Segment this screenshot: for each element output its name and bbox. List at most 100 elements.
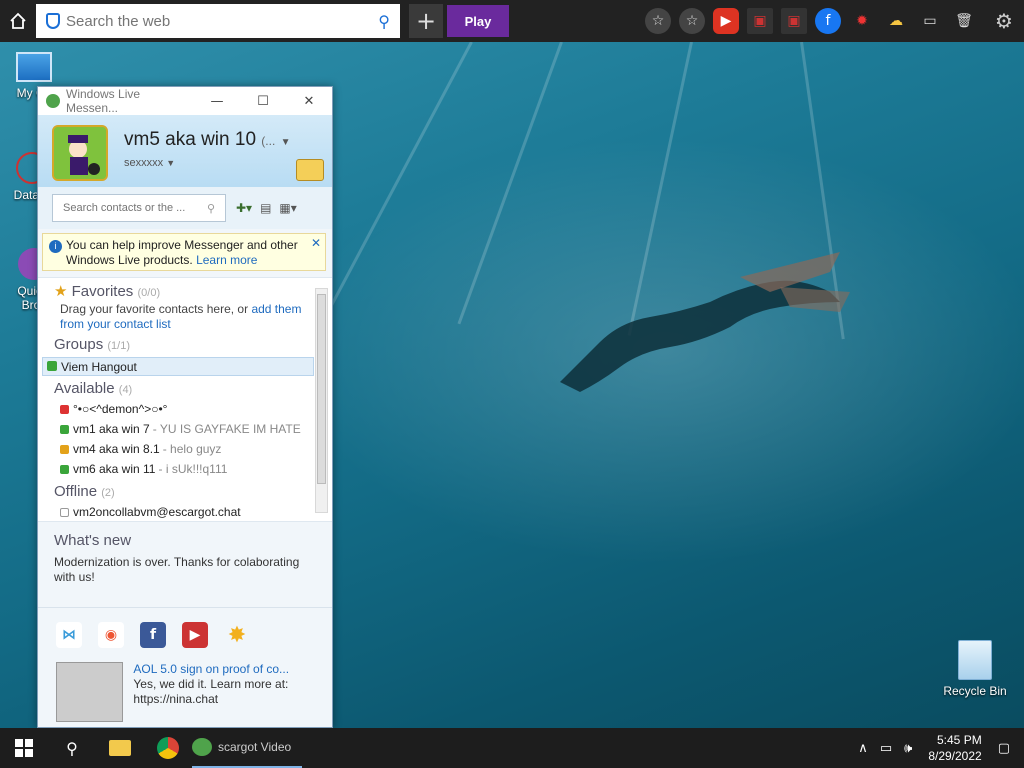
messenger-titlebar[interactable]: Windows Live Messen... — ☐ ✕ xyxy=(38,87,332,115)
clock-time: 5:45 PM xyxy=(937,733,982,747)
taskbar: ⚲ scargot Video ∧ ▭ 🕪 5:45 PM 8/29/2022 … xyxy=(0,728,1024,768)
star-outline-icon[interactable]: ☆ xyxy=(645,8,671,34)
avatar-character-icon xyxy=(54,127,106,179)
contact-row[interactable]: vm4 aka win 8.1 - helo guyz xyxy=(38,439,332,459)
contacts-search-box[interactable]: ⚲ xyxy=(52,194,226,222)
scrollbar-thumb[interactable] xyxy=(317,294,326,484)
folder-icon xyxy=(109,740,131,756)
away-status-icon xyxy=(60,444,69,454)
contact-name: vm4 aka win 8.1 xyxy=(73,442,160,456)
search-web-input[interactable] xyxy=(66,12,379,30)
contact-row[interactable]: vm6 aka win 11 - i sUk!!!q111 xyxy=(38,459,332,479)
online-status-icon xyxy=(60,464,69,474)
whats-new-text: Modernization is over. Thanks for colabo… xyxy=(54,555,300,584)
status-message[interactable]: sexxxxx ▼ xyxy=(124,157,175,169)
scrollbar[interactable] xyxy=(315,288,328,513)
volume-icon[interactable]: 🕪 xyxy=(904,741,912,756)
bug-icon[interactable]: ✹ xyxy=(849,8,875,34)
sun-icon[interactable]: ✸ xyxy=(224,622,250,648)
view-options-icon[interactable]: ▤ xyxy=(260,201,271,215)
info-banner: i You can help improve Messenger and oth… xyxy=(42,233,326,271)
task-label: scargot Video xyxy=(218,740,292,754)
chrome-button[interactable] xyxy=(144,728,192,768)
ad-thumbnail[interactable] xyxy=(56,662,124,722)
window-title: Windows Live Messen... xyxy=(66,87,141,115)
group-item[interactable]: Viem Hangout xyxy=(42,357,314,376)
search-icon: ⚲ xyxy=(66,738,78,758)
groups-label: Groups xyxy=(54,336,104,353)
search-web-box[interactable]: ⚲ xyxy=(36,4,400,38)
media-icon[interactable]: ▣ xyxy=(747,8,773,34)
youtube-icon[interactable]: ▶ xyxy=(713,8,739,34)
weather-icon[interactable]: ☁ xyxy=(883,8,909,34)
search-icon[interactable]: ⚲ xyxy=(378,12,390,31)
avatar[interactable] xyxy=(52,125,108,181)
desktop-icon-recycle-bin[interactable]: Recycle Bin xyxy=(940,640,1010,698)
network-icon[interactable]: ▭ xyxy=(880,741,892,756)
folder-icon[interactable]: ▭ xyxy=(917,8,943,34)
home-button[interactable] xyxy=(0,0,36,42)
maximize-button[interactable]: ☐ xyxy=(240,87,286,115)
ad-text: AOL 5.0 sign on proof of co... Yes, we d… xyxy=(133,662,314,722)
contact-row[interactable]: vm1 aka win 7 - YU IS GAYFAKE IM HATE xyxy=(38,419,332,439)
notifications-icon[interactable]: ▢ xyxy=(998,741,1010,756)
contact-name: vm2oncollabvm@escargot.chat xyxy=(73,505,241,519)
inbox-icon[interactable] xyxy=(296,159,324,181)
start-button[interactable] xyxy=(0,728,48,768)
video-icon[interactable]: ▣ xyxy=(781,8,807,34)
browser-swirl-icon[interactable]: ◉ xyxy=(98,622,124,648)
messenger-task-button[interactable]: scargot Video xyxy=(192,728,302,768)
search-icon[interactable]: ⚲ xyxy=(207,202,215,215)
available-count: (4) xyxy=(118,384,133,396)
contact-row[interactable]: vm2oncollabvm@escargot.chat xyxy=(38,502,332,521)
chevron-down-icon[interactable]: ▼ xyxy=(166,158,175,168)
chevron-up-icon[interactable]: ∧ xyxy=(858,741,868,756)
light-ray xyxy=(329,42,473,308)
social-bar: ⋈ ◉ f ▶ ✸ xyxy=(56,622,314,648)
clock[interactable]: 5:45 PM 8/29/2022 xyxy=(928,732,981,764)
layout-options-icon[interactable]: ▦▾ xyxy=(279,201,296,215)
add-contact-icon[interactable]: ✚▾ xyxy=(236,201,252,215)
ad-title-link[interactable]: AOL 5.0 sign on proof of co... xyxy=(133,662,314,677)
search-row: ⚲ ✚▾ ▤ ▦▾ xyxy=(38,187,332,229)
new-tab-button[interactable]: + xyxy=(409,4,443,38)
ad-body: Yes, we did it. Learn more at: https://n… xyxy=(133,677,289,706)
messenger-window: Windows Live Messen... — ☐ ✕ vm5 aka win… xyxy=(37,86,333,728)
search-button[interactable]: ⚲ xyxy=(48,728,96,768)
facebook-icon[interactable]: f xyxy=(140,622,166,648)
chevron-down-icon[interactable]: ▼ xyxy=(281,137,291,148)
learn-more-link[interactable]: Learn more xyxy=(196,253,257,267)
display-name[interactable]: vm5 aka win 10 (... ▼ xyxy=(124,129,290,151)
favorites-header[interactable]: ★ Favorites (0/0) xyxy=(38,278,332,302)
profile-header: vm5 aka win 10 (... ▼ sexxxxx ▼ xyxy=(38,115,332,187)
whats-new-panel: What's new Modernization is over. Thanks… xyxy=(38,522,332,607)
close-icon[interactable]: ✕ xyxy=(311,236,321,251)
group-icon xyxy=(47,361,57,371)
contact-name: vm6 aka win 11 xyxy=(73,462,156,476)
groups-header[interactable]: Groups (1/1) xyxy=(38,332,332,355)
facebook-icon[interactable]: f xyxy=(815,8,841,34)
file-explorer-button[interactable] xyxy=(96,728,144,768)
chrome-icon xyxy=(157,737,179,759)
play-button[interactable]: Play xyxy=(447,5,509,37)
settings-gear-icon[interactable]: ⚙ xyxy=(992,9,1016,33)
contact-tools: ✚▾ ▤ ▦▾ xyxy=(236,201,297,215)
butterfly-icon[interactable]: ⋈ xyxy=(56,622,82,648)
display-name-text: vm5 aka win 10 xyxy=(124,129,257,150)
youtube-icon[interactable]: ▶ xyxy=(182,622,208,648)
trash-icon[interactable]: 🗑 xyxy=(951,8,977,34)
offline-header[interactable]: Offline (2) xyxy=(38,479,332,502)
star-icon[interactable]: ☆ xyxy=(679,8,705,34)
diver-silhouette xyxy=(560,252,850,392)
contact-message: - YU IS GAYFAKE IM HATE xyxy=(152,422,301,436)
display-name-suffix: (... xyxy=(261,134,276,148)
ad-panel[interactable]: AOL 5.0 sign on proof of co... Yes, we d… xyxy=(56,662,314,722)
windows-logo-icon xyxy=(15,739,33,757)
star-icon: ★ xyxy=(54,283,68,300)
shield-icon xyxy=(46,13,60,29)
close-button[interactable]: ✕ xyxy=(286,87,332,115)
contacts-search-input[interactable] xyxy=(63,202,207,214)
minimize-button[interactable]: — xyxy=(194,87,240,115)
available-header[interactable]: Available (4) xyxy=(38,376,332,399)
contact-row[interactable]: °•○<^demon^>○•° xyxy=(38,399,332,419)
